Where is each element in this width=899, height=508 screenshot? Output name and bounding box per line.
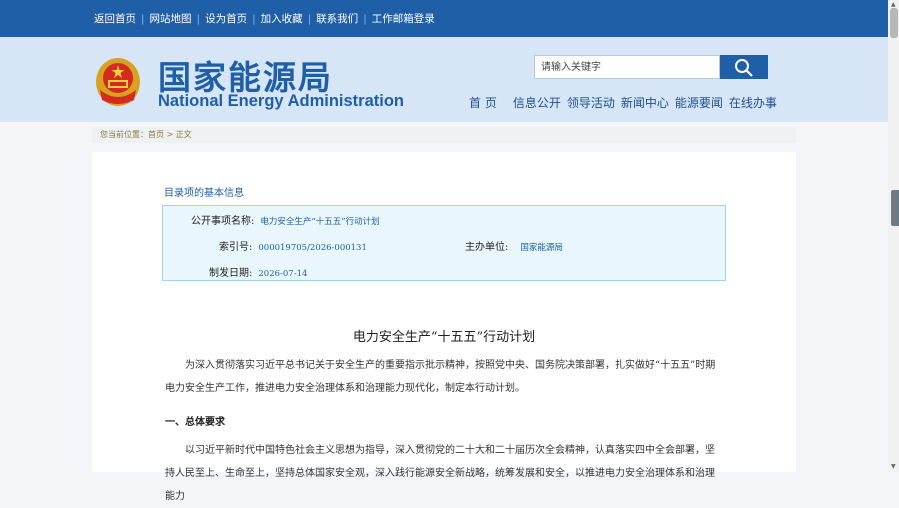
nav-info-public[interactable]: 信息公开: [513, 96, 561, 110]
info-name-row: 公开事项名称: 电力安全生产“十五五”行动计划: [191, 212, 380, 227]
nav-online-service[interactable]: 在线办事: [729, 96, 777, 110]
search-button[interactable]: [720, 55, 768, 79]
site-logo-en[interactable]: National Energy Administration: [158, 92, 404, 111]
top-link-favorite[interactable]: 加入收藏: [261, 11, 303, 26]
document-title: 电力安全生产“十五五”行动计划: [352, 330, 536, 345]
scrollbar[interactable]: [888, 0, 899, 472]
scroll-down-icon[interactable]: ▼: [891, 463, 896, 470]
side-float-widget[interactable]: [891, 190, 899, 226]
nav-leader-activity[interactable]: 领导活动: [567, 96, 615, 110]
paragraph: 为深入贯彻落实习近平总书记关于安全生产的重要指示批示精神，按照党中央、国务院决策…: [165, 360, 716, 394]
info-date-label: 制发日期:: [209, 268, 253, 279]
info-name-value: 电力安全生产“十五五”行动计划: [260, 217, 380, 227]
top-links: 返回首页 | 网站地图 | 设为首页 | 加入收藏 | 联系我们 | 工作邮箱登录: [94, 11, 435, 26]
scroll-up-icon[interactable]: ▲: [891, 1, 896, 8]
divider: |: [196, 13, 201, 25]
nav-home[interactable]: 首 页: [469, 96, 497, 110]
section-heading: 一、总体要求: [165, 417, 225, 428]
info-date-value: 2026-07-14: [258, 269, 308, 279]
info-section-label: 目录项的基本信息: [164, 188, 244, 199]
top-link-sitemap[interactable]: 网站地图: [150, 11, 192, 26]
scrollbar-thumb[interactable]: [890, 8, 898, 38]
info-name-label: 公开事项名称:: [191, 216, 255, 227]
top-link-mail-login[interactable]: 工作邮箱登录: [372, 11, 435, 26]
info-unit-value: 国家能源局: [520, 243, 563, 253]
nav-energy-news[interactable]: 能源要闻: [675, 96, 723, 110]
info-index-row: 索引号: 000019705/2026-000131: [219, 238, 367, 253]
divider: |: [252, 13, 256, 25]
top-bar: 返回首页 | 网站地图 | 设为首页 | 加入收藏 | 联系我们 | 工作邮箱登录: [0, 0, 888, 37]
nav-news-center[interactable]: 新闻中心: [621, 96, 669, 110]
paragraph: 以习近平新时代中国特色社会主义思想为指导，深入贯彻党的二十大和二十届历次全会精神…: [165, 445, 715, 502]
top-link-home[interactable]: 返回首页: [94, 11, 136, 26]
top-link-contact[interactable]: 联系我们: [316, 11, 358, 26]
national-emblem-icon: [96, 58, 140, 106]
search-input[interactable]: [534, 55, 720, 79]
main-nav: 首 页 信息公开 领导活动 新闻中心 能源要闻 在线办事: [469, 94, 777, 111]
info-box: 公开事项名称: 电力安全生产“十五五”行动计划 索引号: 000019705/202…: [162, 205, 726, 281]
info-date-row: 制发日期: 2026-07-14: [209, 264, 307, 279]
divider: |: [141, 13, 145, 25]
divider: |: [307, 13, 312, 25]
info-unit-row: 主办单位: 国家能源局: [465, 238, 563, 253]
breadcrumb: 您当前位置：首页 > 正文: [92, 127, 796, 143]
divider: |: [363, 13, 367, 25]
search-icon: [735, 59, 753, 77]
article-content: 目录项的基本信息 公开事项名称: 电力安全生产“十五五”行动计划 索引号: 0000…: [92, 152, 796, 502]
top-link-set-home[interactable]: 设为首页: [205, 11, 247, 26]
info-unit-label: 主办单位:: [465, 242, 509, 253]
info-index-label: 索引号:: [219, 242, 253, 253]
info-index-value: 000019705/2026-000131: [258, 243, 367, 253]
